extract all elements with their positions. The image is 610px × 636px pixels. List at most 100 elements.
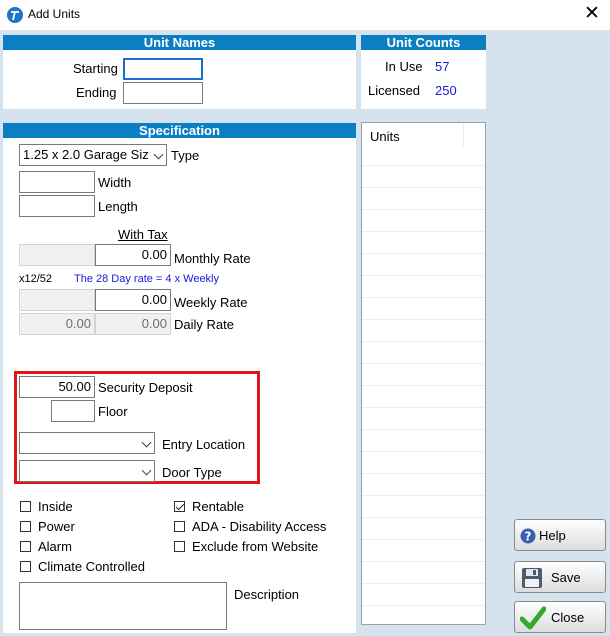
- alarm-checkbox-row[interactable]: Alarm: [20, 539, 170, 555]
- specification-panel: Specification 1.25 x 2.0 Garage Siz Type…: [3, 123, 356, 633]
- save-button-label: Save: [551, 570, 581, 585]
- units-column-header: Units: [370, 129, 400, 144]
- exclude-website-checkbox-row[interactable]: Exclude from Website: [174, 539, 344, 555]
- daily-rate-input: 0.00: [19, 313, 95, 335]
- climate-controlled-label: Climate Controlled: [38, 559, 145, 574]
- list-gridline: [362, 605, 485, 606]
- list-gridline: [362, 341, 485, 342]
- licensed-value: 250: [435, 83, 457, 98]
- 28-day-rate-note: The 28 Day rate = 4 x Weekly: [74, 273, 220, 285]
- ending-label: Ending: [76, 85, 117, 100]
- alarm-checkbox[interactable]: [20, 541, 31, 552]
- climate-controlled-checkbox[interactable]: [20, 561, 31, 572]
- list-gridline: [362, 429, 485, 430]
- window-close-icon[interactable]: ✕: [580, 2, 604, 26]
- climate-controlled-checkbox-row[interactable]: Climate Controlled: [20, 559, 170, 575]
- x12-52-label: x12/52: [19, 273, 53, 285]
- units-list[interactable]: Units: [361, 122, 486, 625]
- starting-input[interactable]: [123, 58, 203, 80]
- monthly-rate-input[interactable]: 0.00: [95, 244, 171, 266]
- list-gridline: [362, 517, 485, 518]
- list-gridline: [362, 297, 485, 298]
- list-gridline: [362, 539, 485, 540]
- width-label: Width: [98, 175, 132, 190]
- exclude-website-label: Exclude from Website: [192, 539, 319, 554]
- help-button[interactable]: ? Help: [514, 519, 606, 551]
- ada-checkbox-row[interactable]: ADA - Disability Access: [174, 519, 344, 535]
- ada-checkbox[interactable]: [174, 521, 185, 532]
- list-gridline: [362, 319, 485, 320]
- floor-input[interactable]: [51, 400, 95, 422]
- chevron-down-icon: [141, 465, 152, 476]
- unit-names-panel: Unit Names Starting Ending: [3, 35, 356, 109]
- length-input[interactable]: [19, 195, 95, 217]
- app-logo-icon: [7, 7, 23, 23]
- specification-header: Specification: [3, 123, 356, 138]
- weekly-rate-base-input: [19, 289, 95, 311]
- list-gridline: [362, 385, 485, 386]
- rentable-checkbox-row[interactable]: Rentable: [174, 499, 344, 515]
- power-checkbox-row[interactable]: Power: [20, 519, 170, 535]
- power-label: Power: [38, 519, 75, 534]
- close-button-label: Close: [551, 610, 585, 625]
- alarm-label: Alarm: [38, 539, 72, 554]
- daily-rate-label: Daily Rate: [174, 317, 234, 332]
- inside-checkbox[interactable]: [20, 501, 31, 512]
- security-deposit-input[interactable]: 50.00: [19, 376, 95, 398]
- list-gridline: [362, 275, 485, 276]
- chevron-down-icon: [141, 437, 152, 448]
- entry-location-label: Entry Location: [162, 437, 246, 452]
- list-gridline: [362, 187, 485, 188]
- list-gridline: [362, 451, 485, 452]
- security-deposit-label: Security Deposit: [98, 380, 193, 395]
- starting-label: Starting: [73, 61, 118, 76]
- rentable-label: Rentable: [192, 499, 245, 514]
- list-gridline: [362, 473, 485, 474]
- floppy-disk-icon: [521, 567, 543, 592]
- door-type-label: Door Type: [162, 465, 222, 480]
- help-icon: ?: [520, 528, 536, 547]
- list-gridline: [362, 165, 485, 166]
- width-input[interactable]: [19, 171, 95, 193]
- weekly-rate-input[interactable]: 0.00: [95, 289, 171, 311]
- type-select[interactable]: 1.25 x 2.0 Garage Siz: [19, 144, 167, 166]
- list-gridline: [362, 407, 485, 408]
- monthly-rate-base-input: [19, 244, 95, 266]
- list-gridline: [362, 561, 485, 562]
- exclude-website-checkbox[interactable]: [174, 541, 185, 552]
- window-title: Add Units: [28, 7, 81, 21]
- list-gridline: [362, 209, 485, 210]
- floor-label: Floor: [98, 404, 128, 419]
- unit-names-header: Unit Names: [3, 35, 356, 50]
- ending-input[interactable]: [123, 82, 203, 104]
- description-label: Description: [234, 587, 300, 602]
- entry-location-select[interactable]: [19, 432, 155, 454]
- unit-counts-header: Unit Counts: [361, 35, 486, 50]
- list-gridline: [362, 495, 485, 496]
- unit-counts-panel: Unit Counts In Use 57 Licensed 250: [361, 35, 486, 109]
- column-divider: [463, 123, 464, 147]
- power-checkbox[interactable]: [20, 521, 31, 532]
- licensed-label: Licensed: [368, 83, 421, 98]
- daily-rate-tax-input: 0.00: [95, 313, 171, 335]
- ada-label: ADA - Disability Access: [192, 519, 327, 534]
- type-select-value: 1.25 x 2.0 Garage Siz: [23, 147, 149, 162]
- checkmark-icon: [519, 606, 547, 633]
- save-button[interactable]: Save: [514, 561, 606, 593]
- door-type-select[interactable]: [19, 460, 155, 482]
- with-tax-label: With Tax: [118, 227, 168, 242]
- in-use-value: 57: [435, 59, 450, 74]
- list-gridline: [362, 363, 485, 364]
- rentable-checkbox[interactable]: [174, 501, 185, 512]
- list-gridline: [362, 583, 485, 584]
- in-use-label: In Use: [385, 59, 423, 74]
- description-textarea[interactable]: [19, 582, 227, 630]
- list-gridline: [362, 253, 485, 254]
- help-button-label: Help: [539, 528, 566, 543]
- chevron-down-icon: [153, 149, 164, 160]
- close-button[interactable]: Close: [514, 601, 606, 633]
- length-label: Length: [98, 199, 138, 214]
- inside-label: Inside: [38, 499, 73, 514]
- inside-checkbox-row[interactable]: Inside: [20, 499, 170, 515]
- monthly-rate-label: Monthly Rate: [174, 251, 251, 266]
